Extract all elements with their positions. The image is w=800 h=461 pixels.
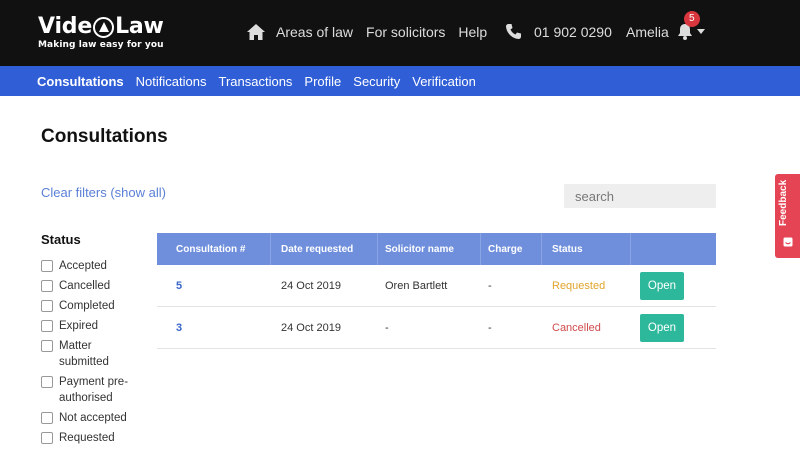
checkbox[interactable]: [41, 280, 53, 292]
checkbox[interactable]: [41, 432, 53, 444]
consultations-table: Consultation # Date requested Solicitor …: [157, 233, 716, 349]
top-nav: Areas of law For solicitors Help: [246, 23, 500, 41]
filter-accepted[interactable]: Accepted: [41, 258, 141, 274]
table-row: 3 24 Oct 2019 - - Cancelled Open: [157, 307, 716, 349]
tab-notifications[interactable]: Notifications: [136, 74, 207, 89]
checkbox[interactable]: [41, 376, 53, 388]
date-requested: 24 Oct 2019: [281, 279, 341, 292]
filter-not-accepted[interactable]: Not accepted: [41, 410, 141, 426]
checkbox[interactable]: [41, 260, 53, 272]
table-header: Consultation # Date requested Solicitor …: [157, 233, 716, 265]
filter-payment-pre-authorised[interactable]: Payment pre-authorised: [41, 374, 141, 406]
checkbox[interactable]: [41, 320, 53, 332]
table-row: 5 24 Oct 2019 Oren Bartlett - Requested …: [157, 265, 716, 307]
nav-link-areas-of-law[interactable]: Areas of law: [276, 24, 353, 40]
filter-label: Payment pre-authorised: [59, 376, 129, 404]
user-menu[interactable]: Amelia 5: [626, 11, 705, 41]
chevron-down-icon[interactable]: [696, 29, 705, 35]
account-tabs: Consultations Notifications Transactions…: [0, 66, 800, 96]
logo[interactable]: Vide Law Making law easy for you: [38, 15, 164, 51]
tab-security[interactable]: Security: [353, 74, 400, 89]
phone-icon: [506, 24, 521, 39]
logo-triangle-icon: [93, 16, 115, 38]
filter-label: Cancelled: [59, 280, 111, 292]
filter-label: Not accepted: [59, 412, 127, 424]
checkbox[interactable]: [41, 340, 53, 352]
date-requested: 24 Oct 2019: [281, 321, 341, 334]
column-header-solicitor-name[interactable]: Solicitor name: [378, 233, 481, 265]
logo-tagline: Making law easy for you: [38, 40, 164, 50]
solicitor-name: Oren Bartlett: [385, 279, 448, 292]
status-label: Cancelled: [552, 321, 601, 334]
checkbox[interactable]: [41, 412, 53, 424]
filter-label: Matter submitted: [59, 340, 109, 368]
filter-label: Completed: [59, 300, 115, 312]
status-label: Requested: [552, 279, 606, 292]
filter-expired[interactable]: Expired: [41, 318, 141, 334]
logo-title-part2: Law: [115, 14, 164, 39]
filter-cancelled[interactable]: Cancelled: [41, 278, 141, 294]
tab-verification[interactable]: Verification: [412, 74, 476, 89]
phone-number: 01 902 0290: [534, 23, 612, 40]
solicitor-name: -: [385, 321, 389, 334]
search-input[interactable]: [564, 184, 716, 208]
charge: -: [488, 321, 492, 334]
feedback-tab[interactable]: Feedback: [775, 174, 800, 258]
consultation-number-link[interactable]: 3: [157, 322, 271, 334]
column-header-charge[interactable]: Charge: [481, 233, 542, 265]
row-actions: Open: [631, 313, 716, 342]
clear-filters-link[interactable]: Clear filters (show all): [41, 185, 166, 200]
logo-title: Vide Law: [38, 15, 164, 39]
filter-requested[interactable]: Requested: [41, 430, 141, 446]
filter-completed[interactable]: Completed: [41, 298, 141, 314]
user-name: Amelia: [626, 24, 669, 40]
filter-label: Expired: [59, 320, 98, 332]
filter-matter-submitted[interactable]: Matter submitted: [41, 338, 141, 370]
top-header: Vide Law Making law easy for you Areas o…: [0, 0, 800, 66]
filter-label: Accepted: [59, 260, 107, 272]
tab-transactions[interactable]: Transactions: [218, 74, 292, 89]
consultation-number-link[interactable]: 5: [157, 280, 271, 292]
open-button[interactable]: Open: [640, 313, 684, 342]
phone-contact[interactable]: 01 902 0290: [505, 23, 612, 40]
row-actions: Open: [631, 271, 716, 300]
nav-link-for-solicitors[interactable]: For solicitors: [366, 24, 445, 40]
home-icon[interactable]: [246, 23, 266, 41]
column-header-status[interactable]: Status: [542, 233, 631, 265]
nav-link-help[interactable]: Help: [458, 24, 487, 40]
logo-title-part1: Vide: [38, 14, 93, 39]
open-button[interactable]: Open: [640, 271, 684, 300]
column-header-actions: [631, 233, 716, 265]
column-header-date-requested[interactable]: Date requested: [271, 233, 378, 265]
status-filter-list: Accepted Cancelled Completed Expired Mat…: [41, 258, 141, 450]
tab-profile[interactable]: Profile: [304, 74, 341, 89]
checkbox[interactable]: [41, 300, 53, 312]
filter-label: Requested: [59, 432, 115, 444]
tab-consultations[interactable]: Consultations: [37, 74, 124, 89]
feedback-icon: [783, 237, 793, 247]
status-filter-heading: Status: [41, 232, 81, 247]
column-header-consultation-number[interactable]: Consultation #: [157, 233, 271, 265]
charge: -: [488, 279, 492, 292]
page-title: Consultations: [41, 126, 168, 147]
notifications-bell[interactable]: 5: [677, 11, 700, 41]
feedback-label: Feedback: [778, 179, 789, 226]
notification-count-badge: 5: [683, 11, 700, 27]
